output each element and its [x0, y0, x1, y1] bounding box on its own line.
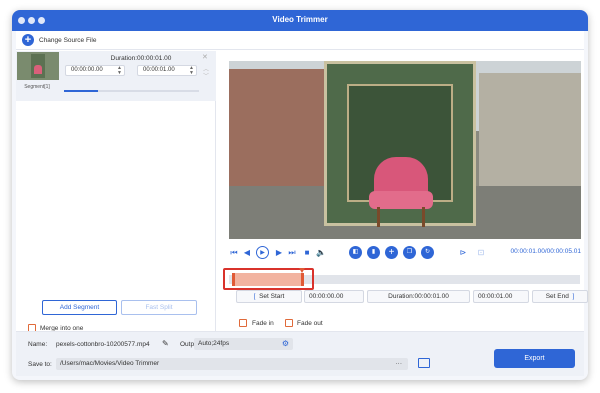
time-readout: 00:00:01.00/00:00:05.01 — [510, 248, 581, 255]
end-time-input[interactable]: 00:00:01.00 — [473, 290, 529, 303]
chevron-down-icon[interactable]: ﹀ — [203, 71, 209, 80]
add-segment-button[interactable]: Add Segment — [42, 300, 117, 315]
add-icon[interactable]: + — [385, 246, 398, 259]
set-start-label: Set Start — [259, 293, 285, 300]
more-options-button[interactable]: ··· — [396, 358, 403, 370]
segment-end-time-value: 00:00:01.00 — [143, 67, 175, 73]
fade-out-label: Fade out — [297, 320, 323, 327]
save-to-label: Save to: — [28, 361, 52, 368]
stop-icon[interactable]: ■ — [302, 246, 312, 259]
plus-circle-icon[interactable]: + — [22, 34, 34, 46]
segment-start-time-value: 00:00:00.00 — [71, 67, 103, 73]
set-start-button[interactable]: [ Set Start — [236, 290, 302, 303]
next-frame-icon[interactable]: ▶ — [274, 246, 284, 259]
save-path-value: /Users/mac/Movies/Video Trimmer — [60, 360, 160, 367]
output-value: Auto;24fps — [198, 340, 230, 347]
segment-row[interactable]: Segment[1] Duration:00:00:01.00 00:00:00… — [16, 51, 216, 101]
file-name: pexels-cottonbro-10200577.mp4 — [56, 341, 150, 348]
skip-to-end-icon[interactable]: ⏭ — [287, 246, 297, 259]
bracket-right-icon: ] — [572, 293, 575, 300]
segment-progress — [64, 90, 199, 92]
playhead-marker[interactable] — [299, 268, 305, 273]
previous-frame-icon[interactable]: ◀ — [242, 246, 252, 259]
playback-controls: ⏮ ◀ ▶ ▶ ⏭ ■ 🔈 ◧ ▮ + ❐ ↻ ⊳ ⊡ 00:00:01.00/… — [229, 245, 581, 261]
segment-start-time[interactable]: 00:00:00.00 ▲ ▼ — [65, 65, 125, 76]
segment-thumbnail — [17, 52, 59, 80]
video-left-wall — [229, 69, 324, 189]
end-time-value: 00:00:01.00 — [478, 293, 513, 300]
jump-to-start-icon[interactable]: ⊳ — [457, 246, 469, 259]
fade-in-checkbox[interactable] — [239, 319, 247, 327]
export-button[interactable]: Export — [494, 349, 575, 368]
name-label: Name: — [28, 341, 48, 348]
main-panel: + Change Source File Segment[1] Duration… — [16, 31, 588, 376]
toolbar: + Change Source File — [16, 31, 584, 50]
folder-icon[interactable] — [418, 358, 430, 368]
set-end-button[interactable]: Set End ] — [532, 290, 588, 303]
start-time-value: 00:00:00.00 — [309, 293, 344, 300]
jump-to-end-icon[interactable]: ⊡ — [475, 246, 487, 259]
skip-to-start-icon[interactable]: ⏮ — [229, 246, 239, 259]
close-icon[interactable]: ✕ — [202, 53, 208, 61]
segment-end-time[interactable]: 00:00:01.00 ▲ ▼ — [137, 65, 197, 76]
bottom-bar: Name: pexels-cottonbro-10200577.mp4 ✎ Ou… — [16, 331, 584, 376]
output-settings[interactable]: Auto;24fps ⚙ — [194, 338, 293, 350]
volume-icon[interactable]: 🔈 — [316, 246, 326, 259]
video-preview[interactable] — [229, 61, 581, 239]
change-source-file-button[interactable]: Change Source File — [39, 37, 96, 44]
start-time-input[interactable]: 00:00:00.00 — [304, 290, 364, 303]
play-icon[interactable]: ▶ — [256, 246, 269, 259]
bracket-left-icon: [ — [253, 293, 256, 300]
segment-label: Segment[1] — [24, 84, 50, 90]
app-window: Video Trimmer + Change Source File Segme… — [12, 10, 588, 380]
edit-name-icon[interactable]: ✎ — [162, 339, 169, 348]
fade-out-checkbox[interactable] — [285, 319, 293, 327]
save-path-field[interactable]: /Users/mac/Movies/Video Trimmer ··· — [56, 358, 408, 370]
fade-in-label: Fade in — [252, 320, 274, 327]
segment-icon[interactable]: ◧ — [349, 246, 362, 259]
thumbnail-chair — [34, 65, 42, 74]
video-chair-legs — [377, 207, 425, 227]
gear-icon[interactable]: ⚙ — [282, 338, 289, 350]
delete-icon[interactable]: ▮ — [367, 246, 380, 259]
set-end-label: Set End — [545, 293, 569, 300]
stepper-icon[interactable]: ▲ ▼ — [189, 66, 194, 76]
video-right-wall — [479, 73, 581, 193]
stepper-icon[interactable]: ▲ ▼ — [117, 66, 122, 76]
segment-duration: Duration:00:00:01.00 — [110, 55, 172, 62]
segment-panel: Segment[1] Duration:00:00:01.00 00:00:00… — [16, 51, 216, 332]
trim-edit-row: [ Set Start 00:00:00.00 Duration:00:00:0… — [236, 290, 588, 303]
window-title: Video Trimmer — [272, 15, 328, 24]
copy-icon[interactable]: ❐ — [403, 246, 416, 259]
title-bar: Video Trimmer — [12, 10, 588, 31]
segment-progress-fill — [64, 90, 98, 92]
fast-split-button[interactable]: Fast Split — [121, 300, 197, 315]
duration-display: Duration:00:00:01.00 — [367, 290, 470, 303]
reset-icon[interactable]: ↻ — [421, 246, 434, 259]
